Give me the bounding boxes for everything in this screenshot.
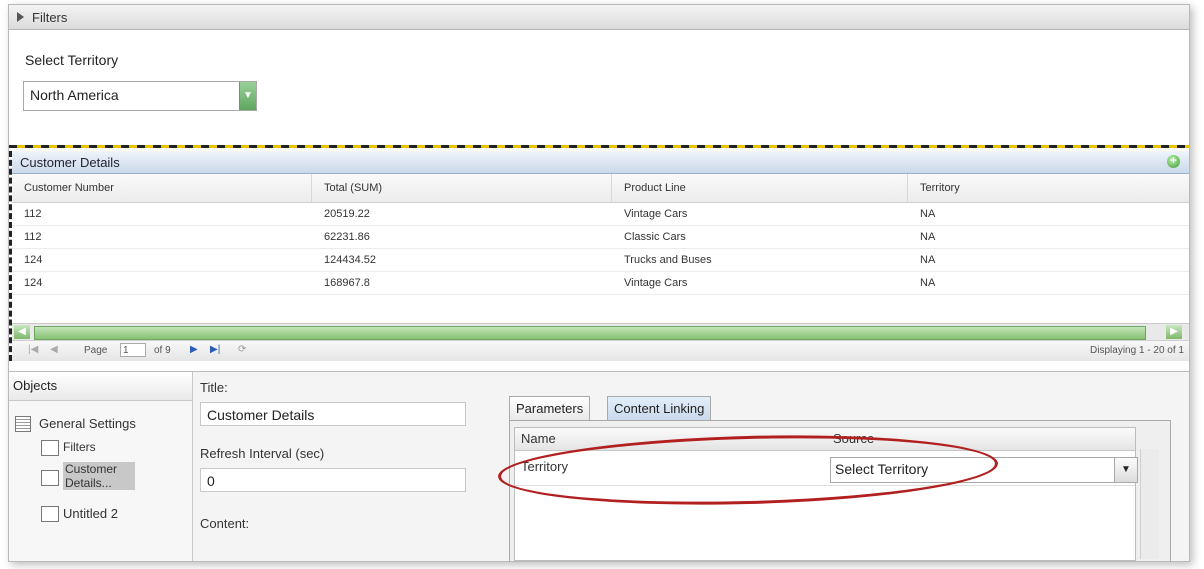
objects-panel: Objects General Settings Filters Custome… <box>9 372 193 561</box>
cell-territory: NA <box>920 208 936 220</box>
page-count-label: of 9 <box>154 345 171 356</box>
cell-customer-number: 112 <box>24 231 42 243</box>
pagination-bar: |◀ ◀ Page 1 of 9 ▶ ▶| ⟳ Displaying 1 - 2… <box>12 340 1189 361</box>
cell-territory: NA <box>920 231 936 243</box>
title-label: Title: <box>200 380 228 395</box>
column-header-product-line[interactable]: Product Line <box>612 174 908 202</box>
column-header-name[interactable]: Name <box>521 431 556 446</box>
panel-icon <box>41 506 59 522</box>
cell-product-line: Vintage Cars <box>624 208 688 220</box>
table-row[interactable]: 112 62231.86 Classic Cars NA <box>12 226 1189 249</box>
cell-product-line: Classic Cars <box>624 231 686 243</box>
vertical-scrollbar[interactable] <box>1140 449 1159 559</box>
cell-total: 124434.52 <box>324 254 376 266</box>
tree-item-label: General Settings <box>39 416 136 431</box>
column-header-territory[interactable]: Territory <box>908 174 1189 202</box>
cell-product-line: Trucks and Buses <box>624 254 712 266</box>
table-row[interactable]: 124 124434.52 Trucks and Buses NA <box>12 249 1189 272</box>
filters-title: Filters <box>32 9 68 25</box>
scrollbar-thumb[interactable] <box>34 326 1146 340</box>
customer-details-panel: Customer Details + Customer Number Total… <box>9 151 1189 361</box>
panel-icon <box>41 440 59 456</box>
scroll-left-icon[interactable]: ◀ <box>14 325 30 339</box>
cell-customer-number: 112 <box>24 208 42 220</box>
tab-parameters[interactable]: Parameters <box>509 396 591 421</box>
tree-item-general-settings[interactable]: General Settings <box>15 416 136 432</box>
cell-total: 20519.22 <box>324 208 370 220</box>
settings-form: Title: Customer Details Refresh Interval… <box>200 372 480 561</box>
drag-separator <box>9 145 1189 148</box>
chevron-down-icon[interactable]: ▼ <box>239 82 256 110</box>
cell-customer-number: 124 <box>24 277 43 289</box>
refresh-icon[interactable]: ⟳ <box>238 344 246 355</box>
scroll-right-icon[interactable]: ▶ <box>1166 325 1182 339</box>
cell-product-line: Vintage Cars <box>624 277 688 289</box>
tree-item-untitled-2[interactable]: Untitled 2 <box>41 506 118 522</box>
grid-column-headers: Customer Number Total (SUM) Product Line… <box>12 174 1189 203</box>
cell-total: 62231.86 <box>324 231 370 243</box>
tab-content-linking[interactable]: Content Linking <box>607 396 712 421</box>
table-row[interactable]: 124 168967.8 Vintage Cars NA <box>12 272 1189 295</box>
column-header-customer-number[interactable]: Customer Number <box>12 174 312 202</box>
table-row[interactable]: 112 20519.22 Vintage Cars NA <box>12 203 1189 226</box>
page-label: Page <box>84 345 108 356</box>
grid-title: Customer Details <box>20 154 120 170</box>
previous-page-icon[interactable]: ◀ <box>50 344 58 355</box>
tree-item-label: Filters <box>63 440 96 454</box>
expand-triangle-icon[interactable] <box>17 12 24 22</box>
displaying-count: Displaying 1 - 20 of 1 <box>1090 345 1184 356</box>
filters-panel: Filters Select Territory North America ▼ <box>9 5 1189 147</box>
refresh-interval-label: Refresh Interval (sec) <box>200 446 325 461</box>
content-label: Content: <box>200 516 250 531</box>
refresh-interval-input[interactable]: 0 <box>200 468 466 492</box>
tree-item-label: Untitled 2 <box>63 506 118 521</box>
territory-combobox[interactable]: North America ▼ <box>23 81 257 111</box>
page-number-input[interactable]: 1 <box>120 343 146 357</box>
add-icon[interactable]: + <box>1167 155 1180 168</box>
select-territory-label: Select Territory <box>25 52 119 68</box>
next-page-icon[interactable]: ▶ <box>190 344 198 355</box>
tree-item-label-selected: Customer Details... <box>63 462 135 490</box>
title-input[interactable]: Customer Details <box>200 402 466 426</box>
territory-combobox-value: North America <box>30 87 119 103</box>
settings-icon <box>15 416 31 432</box>
horizontal-scrollbar[interactable]: ◀ ▶ <box>12 323 1189 340</box>
grid-title-bar: Customer Details <box>12 151 1189 174</box>
tree-item-customer-details[interactable]: Customer Details... <box>41 462 151 490</box>
panel-icon <box>41 470 59 486</box>
tree-item-filters[interactable]: Filters <box>41 440 96 456</box>
chevron-down-icon[interactable]: ▼ <box>1114 458 1137 482</box>
cell-territory: NA <box>920 277 936 289</box>
column-header-total[interactable]: Total (SUM) <box>312 174 612 202</box>
cell-total: 168967.8 <box>324 277 370 289</box>
objects-header: Objects <box>9 372 192 401</box>
last-page-icon[interactable]: ▶| <box>210 344 220 355</box>
filters-header[interactable]: Filters <box>9 5 1189 30</box>
cell-customer-number: 124 <box>24 254 43 266</box>
cell-territory: NA <box>920 254 936 266</box>
first-page-icon[interactable]: |◀ <box>28 344 38 355</box>
